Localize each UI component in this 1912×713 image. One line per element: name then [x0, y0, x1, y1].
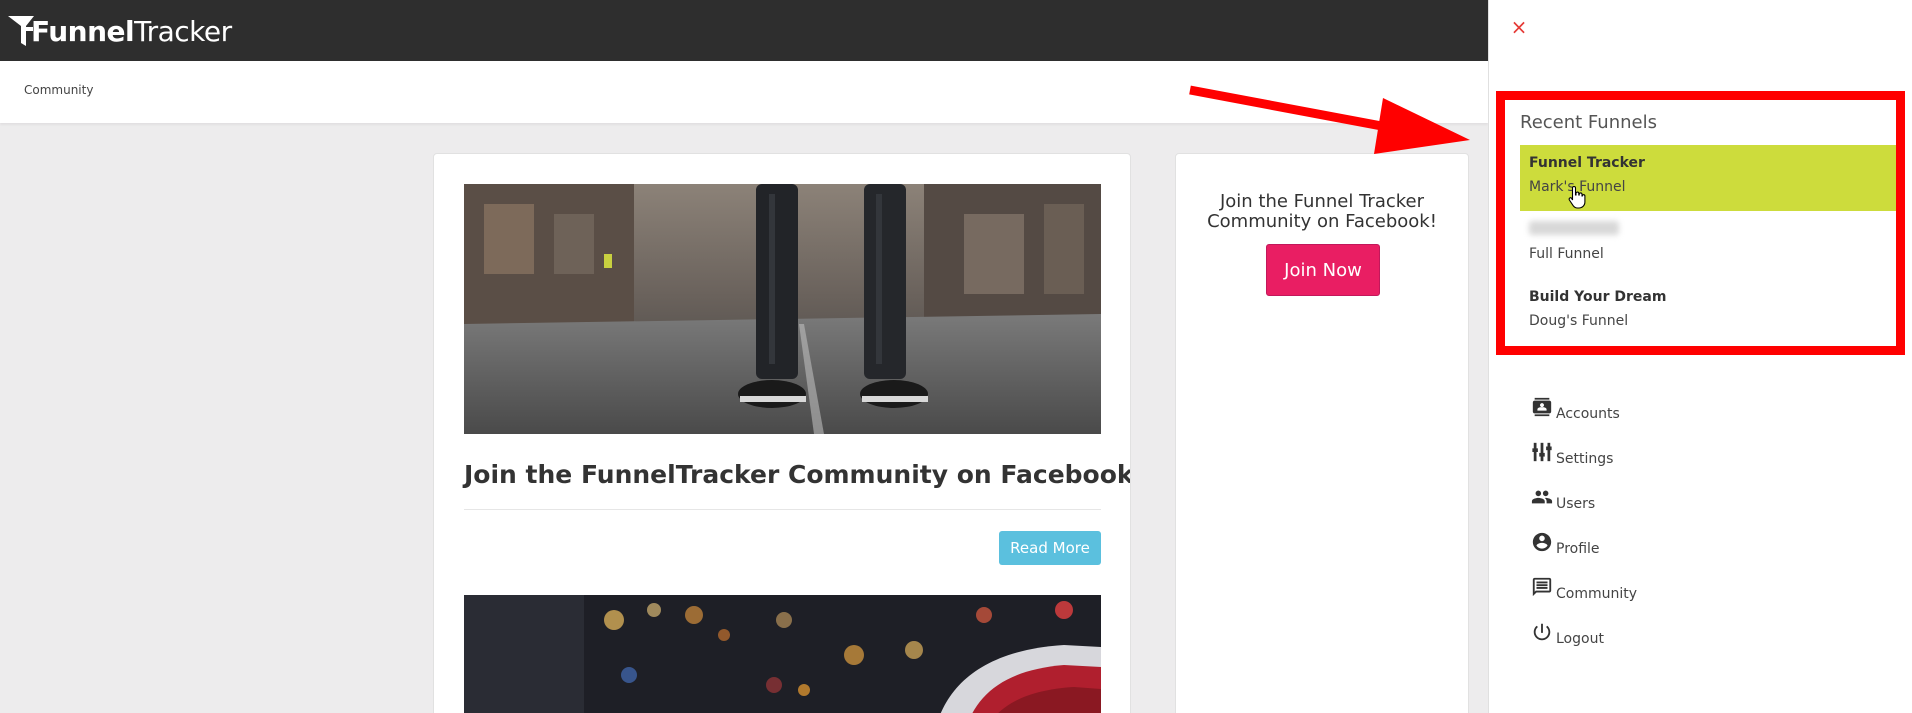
sliders-icon [1529, 440, 1555, 464]
menu-item-settings[interactable]: Settings [1529, 425, 1637, 470]
logo-word-tracker: Tracker [134, 14, 232, 48]
post-title[interactable]: Join the FunnelTracker Community on Face… [464, 460, 1130, 489]
power-icon [1529, 620, 1555, 644]
breadcrumb[interactable]: Community [24, 83, 93, 97]
facebook-invite-text: Join the Funnel Tracker Community on Fac… [1207, 191, 1437, 232]
menu-item-accounts[interactable]: Accounts [1529, 380, 1637, 425]
navigation-drawer: × Recent Funnels Funnel Tracker Mark's F… [1488, 0, 1912, 713]
menu-item-label: Users [1556, 496, 1596, 512]
menu-item-logout[interactable]: Logout [1529, 605, 1637, 650]
menu-item-label: Community [1556, 586, 1638, 602]
drawer-menu: Accounts Settings Users Profile Communit… [1529, 380, 1637, 650]
community-post-card: Join the FunnelTracker Community on Face… [433, 153, 1131, 713]
funneltracker-logo[interactable]: Funnel Tracker [7, 11, 232, 51]
menu-item-label: Accounts [1556, 406, 1620, 422]
recent-funnel-item[interactable]: Build Your Dream Doug's Funnel [1520, 279, 1896, 345]
read-more-button[interactable]: Read More [999, 531, 1101, 565]
funnel-subtitle: Full Funnel [1529, 246, 1604, 262]
people-icon [1529, 485, 1555, 509]
menu-item-label: Logout [1556, 631, 1604, 647]
close-icon[interactable]: × [1509, 17, 1529, 37]
annotation-arrow [1189, 85, 1470, 154]
forum-icon [1529, 575, 1555, 599]
contact-card-icon [1529, 395, 1555, 419]
logo-word-funnel: Funnel [31, 14, 135, 48]
funnel-subtitle: Doug's Funnel [1529, 313, 1629, 329]
menu-item-profile[interactable]: Profile [1529, 515, 1637, 560]
account-circle-icon [1529, 530, 1555, 554]
join-now-button[interactable]: Join Now [1266, 244, 1380, 296]
recent-funnel-item[interactable]: Full Funnel [1520, 212, 1896, 278]
menu-item-label: Profile [1556, 541, 1600, 557]
menu-item-label: Settings [1556, 451, 1614, 467]
funnel-name-redacted [1529, 221, 1896, 243]
facebook-community-card: Join the Funnel Tracker Community on Fac… [1175, 153, 1469, 713]
funnel-name: Funnel Tracker [1529, 155, 1645, 171]
recent-funnels-heading: Recent Funnels [1520, 112, 1657, 133]
funnel-name: Build Your Dream [1529, 289, 1667, 305]
top-navbar: Funnel Tracker [0, 0, 1488, 61]
menu-item-users[interactable]: Users [1529, 470, 1637, 515]
menu-item-community[interactable]: Community [1529, 560, 1637, 605]
post-image-street[interactable] [464, 184, 1101, 434]
hand-cursor-icon [1568, 185, 1586, 209]
post-divider [464, 509, 1101, 510]
post-image-night-street[interactable] [464, 595, 1101, 713]
